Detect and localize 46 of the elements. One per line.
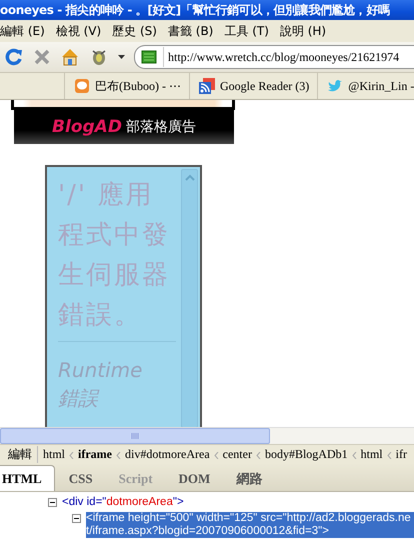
feed-icon: [199, 78, 215, 94]
banner-logo: BlogAD: [52, 117, 122, 137]
breadcrumb-item[interactable]: html: [43, 446, 66, 462]
window-title: ooneyes - 指尖的呻吟 - 。[好文]「幫忙行銷可以，但別讓我們尷尬，好嗎: [0, 2, 390, 19]
html-node[interactable]: <div id="dotmoreArea">: [62, 496, 184, 509]
breadcrumb-item[interactable]: body#BlogADb1: [264, 446, 348, 462]
breadcrumb-item[interactable]: iframe: [78, 446, 112, 462]
grip-icon: [131, 433, 139, 439]
menu-item[interactable]: 書籤 (B): [168, 22, 216, 40]
home-icon[interactable]: [60, 47, 80, 67]
panel-tab[interactable]: CSS: [56, 467, 105, 491]
address-field[interactable]: http://www.wretch.cc/blog/mooneyes/21621974: [134, 45, 414, 69]
breadcrumb-item[interactable]: ifr: [396, 446, 407, 462]
collapse-icon[interactable]: [72, 514, 81, 523]
breadcrumb-item[interactable]: div#dotmoreArea: [125, 446, 210, 462]
menu-item[interactable]: 歷史 (S): [112, 22, 160, 40]
menu-item[interactable]: 工具 (T): [224, 22, 272, 40]
panel-tab[interactable]: HTML: [0, 465, 55, 491]
chat-bubble-icon: [74, 78, 90, 94]
panel-tab[interactable]: DOM: [166, 467, 222, 491]
collapse-icon[interactable]: [48, 498, 57, 507]
vertical-scrollbar[interactable]: [181, 169, 198, 428]
menu-item[interactable]: 檢視 (V): [56, 22, 104, 40]
breadcrumb-item[interactable]: html: [360, 446, 383, 462]
html-node[interactable]: <iframe height="500" width="125" src="http://ad2.bloggerads.net/iframe.aspx?blogid=20070906000012&fid=3">: [86, 512, 414, 538]
menu-item[interactable]: 說明 (H): [280, 22, 330, 40]
breadcrumb-item[interactable]: center: [222, 446, 252, 462]
chevron-icon: [214, 452, 219, 458]
panel-tab[interactable]: 網路: [224, 467, 274, 491]
chevron-icon: [386, 452, 392, 458]
menu-item[interactable]: 編輯 (E): [0, 22, 48, 40]
chevron-icon: [256, 452, 261, 458]
bird-icon: [327, 78, 344, 94]
bookmark-item[interactable]: 巴布(Buboo) - ⋯: [64, 73, 189, 99]
bookmark-item[interactable]: @Kirin_Lin -: [317, 73, 414, 99]
reload-icon[interactable]: [4, 47, 24, 67]
caret-icon[interactable]: [118, 55, 125, 59]
bookmark-item[interactable]: Google Reader (3): [189, 73, 318, 99]
chevron-icon: [352, 452, 357, 458]
site-icon: [141, 50, 157, 64]
chevron-icon: [69, 452, 74, 458]
banner-label: 部落格廣告: [126, 118, 196, 136]
horizontal-scrollbar-thumb[interactable]: [0, 428, 270, 444]
stop-icon[interactable]: [33, 48, 51, 66]
chevron-icon: [116, 452, 121, 458]
ad-banner[interactable]: BlogAD 部落格廣告: [14, 110, 234, 144]
